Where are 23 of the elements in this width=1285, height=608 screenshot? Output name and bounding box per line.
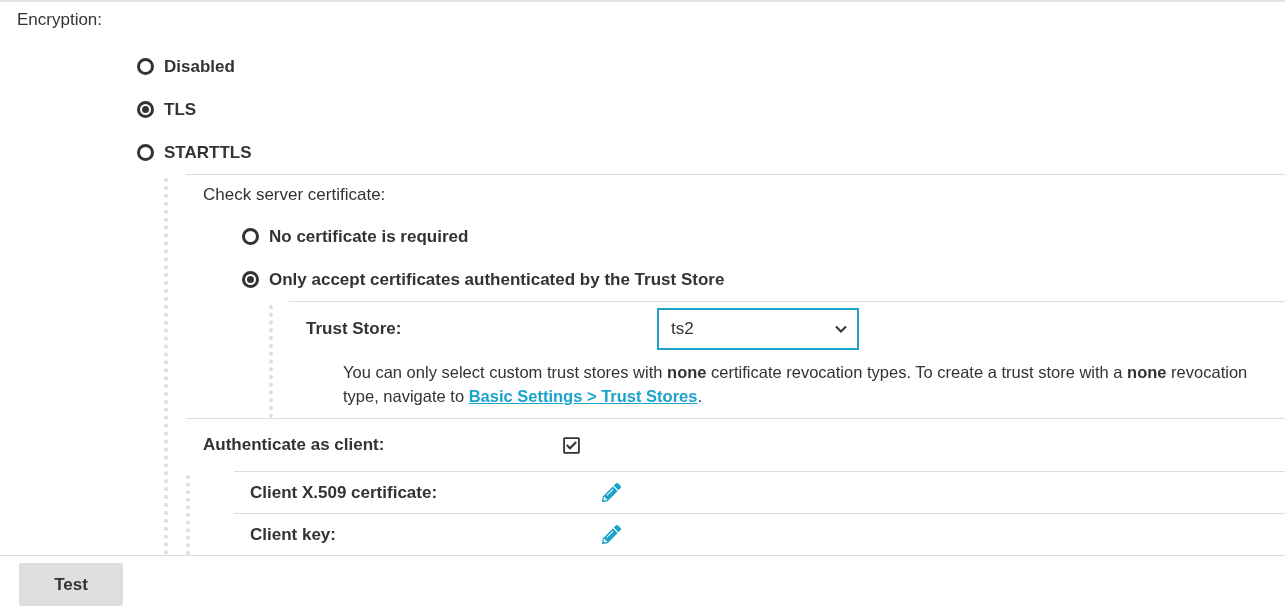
radio-button[interactable] [137, 58, 154, 75]
field-label: Trust Store: [306, 319, 403, 339]
help-text: You can only select custom trust stores with none certificate revocation types. To create a trust store with a none revocation type, navigate to Basic Settings > Trust Stores. [343, 362, 1249, 407]
option-label: TLS [164, 99, 197, 120]
option-label: No certificate is required [269, 226, 469, 247]
test-button[interactable]: Test [19, 563, 123, 606]
option-label: STARTTLS [164, 142, 252, 163]
field-label: Client X.509 certificate: [250, 482, 439, 503]
pencil-icon[interactable] [602, 525, 621, 544]
radio-button[interactable] [137, 144, 154, 161]
field-label: Check server certificate: [203, 185, 386, 205]
field-label: Authenticate as client: [203, 435, 386, 455]
radio-button[interactable] [242, 271, 259, 288]
trust-store-select[interactable]: ts2 [657, 308, 859, 350]
radio-button[interactable] [242, 228, 259, 245]
option-label: Only accept certificates authenticated by the Trust Store [269, 269, 725, 290]
field-label: Client key: [250, 524, 337, 545]
option-label: Disabled [164, 56, 235, 77]
field-label: Encryption: [17, 9, 104, 31]
radio-button[interactable] [137, 101, 154, 118]
pencil-icon[interactable] [602, 483, 621, 502]
checkbox[interactable] [562, 435, 581, 455]
chevron-down-icon [835, 325, 847, 333]
